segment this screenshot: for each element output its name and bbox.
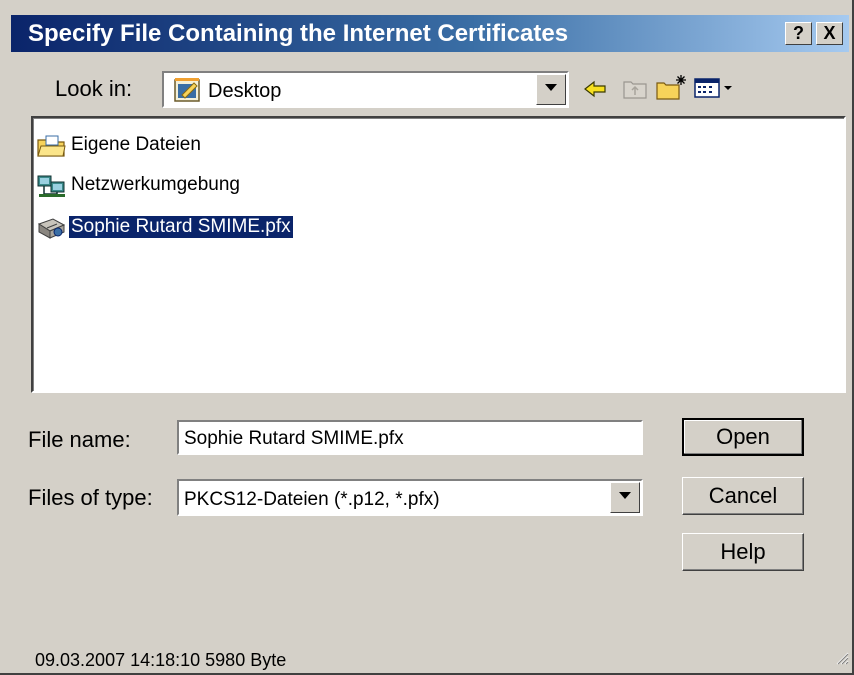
file-info-status: 09.03.2007 14:18:10 5980 Byte <box>35 650 287 670</box>
back-arrow-icon[interactable] <box>583 80 607 103</box>
close-title-button[interactable]: X <box>816 22 843 45</box>
window-title: Specify File Containing the Internet Cer… <box>28 20 569 47</box>
look-in-value: Desktop <box>208 80 282 102</box>
help-button[interactable]: Help <box>682 533 804 571</box>
up-folder-icon[interactable] <box>622 76 648 105</box>
resize-grip-icon[interactable] <box>833 649 849 670</box>
file-name-value: Sophie Rutard SMIME.pfx <box>184 428 404 449</box>
look-in-label: Look in: <box>55 76 133 101</box>
file-name-label: File name: <box>28 427 131 452</box>
file-name: Eigene Dateien <box>71 134 201 155</box>
new-folder-icon[interactable] <box>655 73 689 106</box>
network-neighborhood-icon <box>37 174 67 198</box>
file-dialog: Specify File Containing the Internet Cer… <box>0 0 854 675</box>
file-name: Sophie Rutard SMIME.pfx <box>68 215 294 239</box>
file-name: Netzwerkumgebung <box>71 174 240 195</box>
look-in-dropdown-button[interactable] <box>536 74 566 105</box>
files-of-type-dropdown[interactable]: PKCS12-Dateien (*.p12, *.pfx) <box>177 479 643 516</box>
title-bar[interactable]: Specify File Containing the Internet Cer… <box>11 15 849 52</box>
certificate-file-icon <box>37 216 67 240</box>
open-button[interactable]: Open <box>682 418 804 456</box>
help-title-button[interactable]: ? <box>785 22 812 45</box>
file-list[interactable]: Eigene Dateien Netzwerkumgebung Sophie R… <box>31 116 846 393</box>
file-name-field[interactable]: Sophie Rutard SMIME.pfx <box>177 420 643 455</box>
cancel-button[interactable]: Cancel <box>682 477 804 515</box>
desktop-folder-icon <box>174 77 202 108</box>
files-of-type-value: PKCS12-Dateien (*.p12, *.pfx) <box>184 489 440 510</box>
chevron-down-icon <box>619 492 631 499</box>
look-in-dropdown[interactable]: Desktop <box>162 71 569 108</box>
my-documents-folder-icon <box>37 134 67 158</box>
files-of-type-label: Files of type: <box>28 485 153 510</box>
chevron-down-icon <box>545 84 557 91</box>
files-of-type-dropdown-button[interactable] <box>610 482 640 513</box>
view-menu-icon[interactable] <box>694 78 736 103</box>
